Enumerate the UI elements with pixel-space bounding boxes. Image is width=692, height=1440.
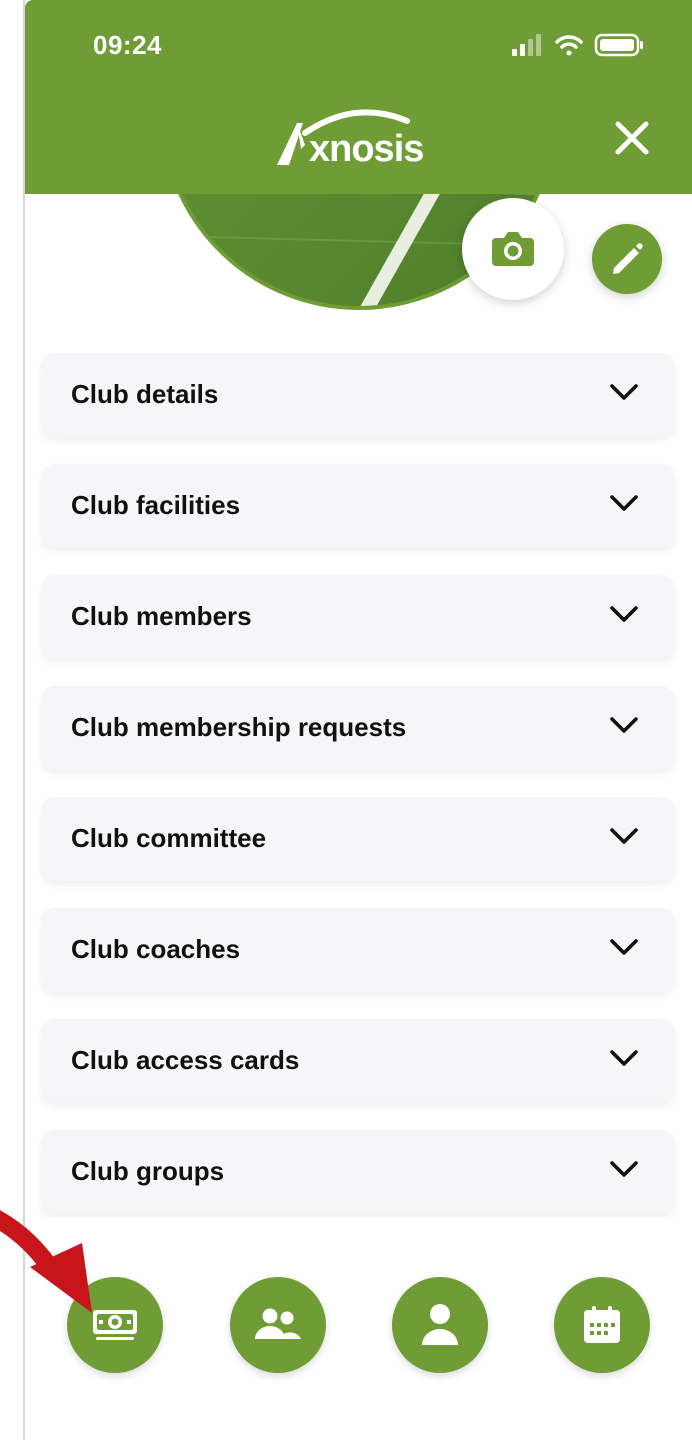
change-photo-button[interactable] <box>462 198 564 300</box>
calendar-icon <box>584 1306 620 1343</box>
accordion-club-committee[interactable]: Club committee <box>41 797 675 881</box>
accordion-club-coaches[interactable]: Club coaches <box>41 908 675 992</box>
accordion-label: Club committee <box>71 823 267 853</box>
chevron-down-icon <box>610 1050 638 1066</box>
status-icons <box>510 30 650 60</box>
annotation-arrow <box>0 1210 92 1313</box>
accordion-label: Club access cards <box>71 1045 300 1075</box>
accordion-club-members[interactable]: Club members <box>41 575 675 659</box>
accordion-label: Club facilities <box>71 490 241 520</box>
user-icon <box>422 1304 458 1345</box>
chevron-down-icon <box>610 717 638 733</box>
users-icon <box>255 1308 301 1339</box>
close-button[interactable] <box>612 118 652 158</box>
accordion-label: Club coaches <box>71 934 241 964</box>
chevron-down-icon <box>610 495 638 511</box>
accordion-club-groups[interactable]: Club groups <box>41 1130 675 1214</box>
accordion-club-facilities[interactable]: Club facilities <box>41 464 675 548</box>
pencil-icon <box>613 243 643 274</box>
app-header: 09:24 xnosis <box>25 0 692 194</box>
chevron-down-icon <box>610 1161 638 1177</box>
app-screen: 09:24 xnosis Club details Club facilitie… <box>25 0 692 1440</box>
nav-profile-button[interactable] <box>392 1277 488 1373</box>
accordion-label: Club details <box>71 379 219 409</box>
signal-icon <box>512 34 541 56</box>
chevron-down-icon <box>610 939 638 955</box>
wifi-icon <box>555 35 583 56</box>
brand-logo: xnosis <box>275 105 445 171</box>
edit-club-button[interactable] <box>592 224 662 294</box>
accordion-club-details[interactable]: Club details <box>41 353 675 437</box>
club-menu: Club details Club facilities Club member… <box>41 353 675 1241</box>
accordion-label: Club groups <box>71 1156 225 1186</box>
chevron-down-icon <box>610 828 638 844</box>
battery-icon <box>594 33 643 57</box>
chevron-down-icon <box>610 606 638 622</box>
accordion-label: Club membership requests <box>71 712 407 742</box>
nav-members-button[interactable] <box>230 1277 326 1373</box>
chevron-down-icon <box>610 384 638 400</box>
svg-text:xnosis: xnosis <box>309 128 423 170</box>
nav-calendar-button[interactable] <box>554 1277 650 1373</box>
accordion-club-membership-requests[interactable]: Club membership requests <box>41 686 675 770</box>
camera-icon <box>492 232 534 266</box>
status-time: 09:24 <box>93 30 162 60</box>
close-icon <box>615 121 649 155</box>
accordion-club-access-cards[interactable]: Club access cards <box>41 1019 675 1103</box>
accordion-label: Club members <box>71 601 252 631</box>
